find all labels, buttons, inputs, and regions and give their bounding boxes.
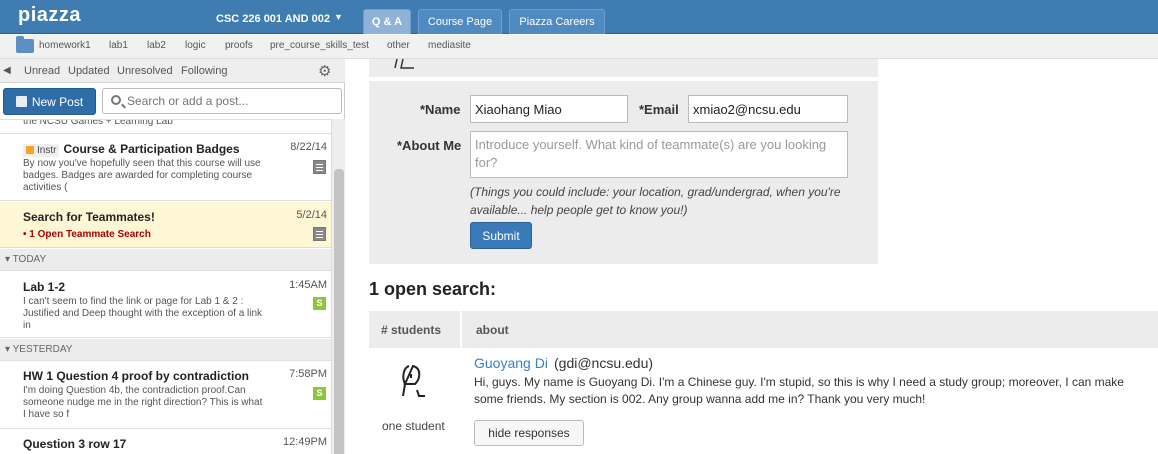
caret-down-icon[interactable]: ▼ <box>334 12 343 22</box>
new-post-icon <box>15 96 27 107</box>
list-item[interactable]: Search for Teammates! 5/2/14 • 1 Open Te… <box>0 202 331 248</box>
list-item[interactable]: Instr Course & Participation Badges 8/22/… <box>0 135 331 201</box>
section-today[interactable]: ▾ TODAY <box>0 249 331 271</box>
main-content: *Name Xiaohang Miao *Email xmiao2@ncsu.e… <box>356 59 1158 454</box>
post-date: 12:49PM <box>282 436 327 448</box>
new-post-label: New Post <box>31 94 84 109</box>
list-item[interactable]: HW 1 Question 4 proof by contradiction 7… <box>0 362 331 429</box>
folder-logic[interactable]: logic <box>185 40 206 51</box>
folder-other[interactable]: other <box>387 40 410 51</box>
scrollbar-thumb[interactable] <box>334 169 344 454</box>
search-icon <box>111 95 121 105</box>
folder-icon[interactable] <box>16 36 34 53</box>
folder-bar: homework1 lab1 lab2 logic proofs pre_cou… <box>0 35 1158 59</box>
note-icon <box>313 160 326 174</box>
folder-lab1[interactable]: lab1 <box>109 40 128 51</box>
folder-lab2[interactable]: lab2 <box>147 40 166 51</box>
note-icon <box>313 227 326 241</box>
list-item[interactable]: Question 3 row 17 12:49PM <box>0 430 331 454</box>
previous-panel <box>369 59 878 77</box>
about-label: *About Me <box>397 138 462 153</box>
avatar-icon <box>394 59 414 69</box>
student-count: one student <box>382 419 445 433</box>
student-badge: S <box>313 387 326 400</box>
folder-proofs[interactable]: proofs <box>225 40 253 51</box>
email-field[interactable]: xmiao2@ncsu.edu <box>688 95 848 123</box>
post-date: 1:45AM <box>289 279 327 291</box>
post-snippet: I can't seem to find the link or page fo… <box>23 296 263 331</box>
open-search-note: • 1 Open Teammate Search <box>23 229 151 240</box>
about-field[interactable]: Introduce yourself. What kind of teammat… <box>470 131 848 178</box>
about-hint: (Things you could include: your location… <box>470 185 841 217</box>
gear-icon[interactable]: ⚙ <box>318 62 331 80</box>
list-item[interactable]: Lab 1-2 1:45AM I can't seem to find the … <box>0 272 331 338</box>
feed-scrollbar[interactable] <box>331 119 345 454</box>
post-title: Lab 1-2 <box>23 280 66 294</box>
post-snippet: By now you've hopefully seen that this c… <box>23 158 261 193</box>
post-date: 7:58PM <box>289 368 327 380</box>
piazza-logo[interactable]: piazza <box>18 4 81 27</box>
results-table-header: # students about <box>369 311 1158 348</box>
post-date: 8/22/14 <box>290 141 327 153</box>
new-post-button[interactable]: New Post <box>3 88 96 115</box>
hide-responses-button[interactable]: hide responses <box>474 420 584 446</box>
student-email: (gdi@ncsu.edu) <box>554 355 654 371</box>
stick-figure-icon <box>402 364 425 397</box>
post-title: HW 1 Question 4 proof by contradiction <box>23 369 250 383</box>
student-about: Hi, guys. My name is Guoyang Di. I'm a C… <box>474 375 1124 406</box>
student-name-link[interactable]: Guoyang Di <box>474 355 548 371</box>
course-selector[interactable]: CSC 226 001 AND 002 <box>216 13 330 25</box>
post-title: Instr Course & Participation Badges <box>23 142 240 157</box>
tab-piazza-careers[interactable]: Piazza Careers <box>509 9 605 34</box>
search-box[interactable] <box>102 88 342 114</box>
folder-homework1[interactable]: homework1 <box>39 40 91 51</box>
col-students: # students <box>381 323 442 337</box>
submit-button[interactable]: Submit <box>470 222 532 249</box>
tab-qa[interactable]: Q & A <box>363 9 411 34</box>
post-feed: the NCSU Games + Learning Lab Instr Cours… <box>0 119 331 454</box>
folder-mediasite[interactable]: mediasite <box>428 40 471 51</box>
post-feed-panel: ◀ Unread Updated Unresolved Following ⚙ … <box>0 59 345 454</box>
post-title: Question 3 row 17 <box>23 437 127 451</box>
section-yesterday[interactable]: ▾ YESTERDAY <box>0 339 331 361</box>
search-input[interactable] <box>127 90 337 112</box>
open-search-heading: 1 open search: <box>369 279 497 299</box>
email-label: *Email <box>639 102 679 117</box>
list-item[interactable]: the NCSU Games + Learning Lab <box>0 120 331 134</box>
post-snippet: I'm doing Question 4b, the contradiction… <box>23 385 263 420</box>
name-label: *Name <box>420 102 461 117</box>
tab-course-page[interactable]: Course Page <box>418 9 502 34</box>
filter-updated[interactable]: Updated <box>68 65 110 77</box>
name-field[interactable]: Xiaohang Miao <box>470 95 628 123</box>
collapse-arrow-icon[interactable]: ◀ <box>3 65 11 76</box>
folder-pre-course[interactable]: pre_course_skills_test <box>270 40 369 51</box>
post-title: Search for Teammates! <box>23 210 155 224</box>
instructor-badge: Instr <box>23 144 60 157</box>
filter-following[interactable]: Following <box>181 65 227 77</box>
post-snippet: the NCSU Games + Learning Lab <box>23 119 173 127</box>
filter-unresolved[interactable]: Unresolved <box>117 65 173 77</box>
post-date: 5/2/14 <box>296 209 327 221</box>
teammate-form: *Name Xiaohang Miao *Email xmiao2@ncsu.e… <box>369 81 878 264</box>
col-about: about <box>476 323 509 337</box>
top-navbar: piazza CSC 226 001 AND 002 ▼ Q & A Cours… <box>0 0 1158 34</box>
filter-bar: ◀ Unread Updated Unresolved Following ⚙ <box>0 59 345 83</box>
column-divider <box>460 311 462 348</box>
student-badge: S <box>313 297 326 310</box>
filter-unread[interactable]: Unread <box>24 65 60 77</box>
